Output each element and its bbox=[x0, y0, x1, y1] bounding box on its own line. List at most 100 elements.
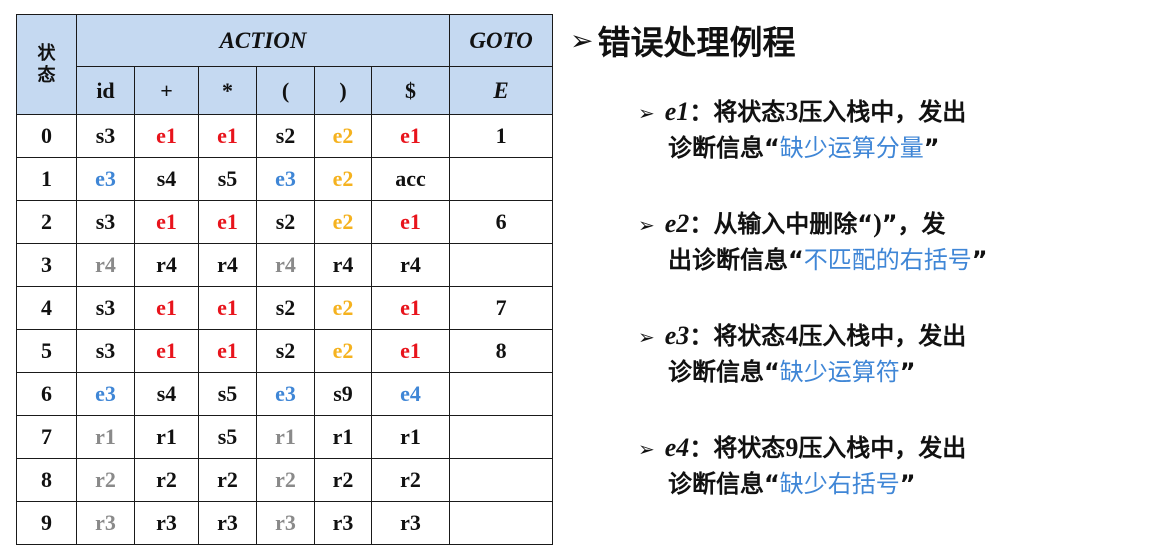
bullet-arrow-icon: ➢ bbox=[638, 437, 655, 461]
column-header: ) bbox=[314, 66, 372, 115]
column-header: + bbox=[134, 66, 199, 115]
action-cell: e3 bbox=[76, 157, 135, 201]
error-code: e2 bbox=[664, 209, 690, 238]
desc-text: 压入栈中，发出 bbox=[798, 322, 967, 350]
column-header: $ bbox=[370, 66, 451, 115]
desc-text: 诊断信息“ bbox=[668, 470, 780, 498]
action-cell: s5 bbox=[198, 372, 257, 416]
goto-cell: 8 bbox=[449, 329, 554, 373]
table-row: 8 r2 r2 r2 r2 r2 r2 bbox=[16, 458, 554, 502]
error-routine-message-line: 诊断信息“缺少运算分量” bbox=[638, 128, 1138, 164]
state-column-header: 状态 bbox=[16, 14, 77, 115]
table-row: 2 s3 e1 e1 s2 e2 e1 6 bbox=[16, 200, 554, 244]
desc-text: ” bbox=[923, 134, 940, 162]
error-routine-message-line: 出诊断信息“不匹配的右括号” bbox=[638, 240, 1138, 276]
action-cell: e2 bbox=[314, 157, 372, 201]
goto-cell: 6 bbox=[449, 200, 554, 244]
action-cell: r2 bbox=[370, 458, 451, 502]
state-cell: 0 bbox=[16, 114, 77, 158]
header-row-1: 状态 ACTION GOTO bbox=[16, 14, 554, 115]
desc-number: 9 bbox=[785, 433, 799, 462]
desc-text: ” bbox=[971, 246, 988, 274]
action-cell: r4 bbox=[198, 243, 257, 287]
state-cell: 5 bbox=[16, 329, 77, 373]
desc-text: 将状态 bbox=[713, 434, 786, 462]
action-cell: e1 bbox=[134, 286, 199, 330]
action-cell: s2 bbox=[256, 286, 315, 330]
action-cell: e3 bbox=[76, 372, 135, 416]
action-cell: e1 bbox=[134, 114, 199, 158]
action-cell: r1 bbox=[314, 415, 372, 459]
action-cell: r2 bbox=[198, 458, 257, 502]
table-row: 0 s3 e1 e1 s2 e2 e1 1 bbox=[16, 114, 554, 158]
error-code: e3 bbox=[664, 321, 690, 350]
goto-cell bbox=[449, 415, 554, 459]
separator: ： bbox=[689, 98, 714, 126]
state-cell: 1 bbox=[16, 157, 77, 201]
desc-text: 将状态 bbox=[713, 322, 786, 350]
action-cell: e1 bbox=[198, 114, 257, 158]
action-cell: e2 bbox=[314, 286, 372, 330]
action-cell: r3 bbox=[134, 501, 199, 545]
desc-text: ” bbox=[899, 358, 916, 386]
error-code: e1 bbox=[664, 97, 690, 126]
action-cell: r1 bbox=[76, 415, 135, 459]
action-cell: e2 bbox=[314, 200, 372, 244]
action-cell: r1 bbox=[256, 415, 315, 459]
action-cell: e2 bbox=[314, 329, 372, 373]
table-row: 9 r3 r3 r3 r3 r3 r3 bbox=[16, 501, 554, 545]
state-cell: 7 bbox=[16, 415, 77, 459]
action-cell: e3 bbox=[256, 157, 315, 201]
table-row: 7 r1 r1 s5 r1 r1 r1 bbox=[16, 415, 554, 459]
table-row: 4 s3 e1 e1 s2 e2 e1 7 bbox=[16, 286, 554, 330]
error-routine-item: ➢ e3：将状态 4 压入栈中，发出诊断信息“缺少运算符” bbox=[638, 316, 1138, 388]
table-row: 5 s3 e1 e1 s2 e2 e1 8 bbox=[16, 329, 554, 373]
goto-header: GOTO bbox=[449, 14, 554, 67]
action-cell: s3 bbox=[76, 200, 135, 244]
desc-text: 诊断信息“ bbox=[668, 134, 780, 162]
goto-cell bbox=[449, 372, 554, 416]
lr-parsing-table: 状态 ACTION GOTO id + * ( ) $ E 0 s3 e1 e1 s2 e… bbox=[16, 14, 554, 545]
diagnostic-message: 缺少运算符 bbox=[779, 358, 900, 386]
action-cell: e1 bbox=[134, 329, 199, 373]
action-cell: r4 bbox=[256, 243, 315, 287]
state-cell: 2 bbox=[16, 200, 77, 244]
bullet-arrow-icon: ➢ bbox=[570, 23, 594, 57]
separator: ： bbox=[689, 322, 714, 350]
bullet-arrow-icon: ➢ bbox=[638, 101, 655, 125]
state-cell: 4 bbox=[16, 286, 77, 330]
goto-cell bbox=[449, 501, 554, 545]
table-row: 6 e3 s4 s5 e3 s9 e4 bbox=[16, 372, 554, 416]
action-cell: s5 bbox=[198, 157, 257, 201]
error-code: e4 bbox=[664, 433, 690, 462]
action-cell: e1 bbox=[198, 200, 257, 244]
action-cell: e1 bbox=[134, 200, 199, 244]
desc-number: 4 bbox=[785, 321, 799, 350]
action-cell: r2 bbox=[256, 458, 315, 502]
separator: ： bbox=[689, 210, 714, 238]
action-cell: acc bbox=[370, 157, 451, 201]
action-cell: s2 bbox=[256, 114, 315, 158]
diagnostic-message: 不匹配的右括号 bbox=[803, 246, 972, 274]
table-row: 3 r4 r4 r4 r4 r4 r4 bbox=[16, 243, 554, 287]
action-cell: r4 bbox=[76, 243, 135, 287]
diagnostic-message: 缺少右括号 bbox=[779, 470, 900, 498]
error-routine-desc: ➢ e3：将状态 4 压入栈中，发出 bbox=[638, 316, 1138, 352]
error-routine-desc: ➢ e2：从输入中删除“) ”，发 bbox=[638, 204, 1138, 240]
error-routine-item: ➢ e4：将状态 9 压入栈中，发出 诊断信息“缺少右括号” bbox=[638, 428, 1138, 500]
desc-number: ) bbox=[873, 209, 882, 238]
action-cell: s9 bbox=[314, 372, 372, 416]
action-cell: s2 bbox=[256, 329, 315, 373]
action-cell: r4 bbox=[134, 243, 199, 287]
panel-title-text: 错误处理例程 bbox=[597, 23, 796, 62]
error-routine-message-line: 诊断信息“缺少右括号” bbox=[638, 464, 1138, 500]
panel-title: ➢ 错误处理例程 bbox=[570, 16, 1145, 64]
action-cell: s3 bbox=[76, 286, 135, 330]
action-header: ACTION bbox=[75, 14, 451, 67]
desc-text: 压入栈中，发出 bbox=[798, 98, 967, 126]
action-cell: e3 bbox=[256, 372, 315, 416]
table-row: 1 e3 s4 s5 e3 e2 acc bbox=[16, 157, 554, 201]
action-cell: e1 bbox=[370, 329, 451, 373]
desc-text: ”，发 bbox=[881, 210, 946, 238]
desc-text: 诊断信息“ bbox=[668, 358, 780, 386]
